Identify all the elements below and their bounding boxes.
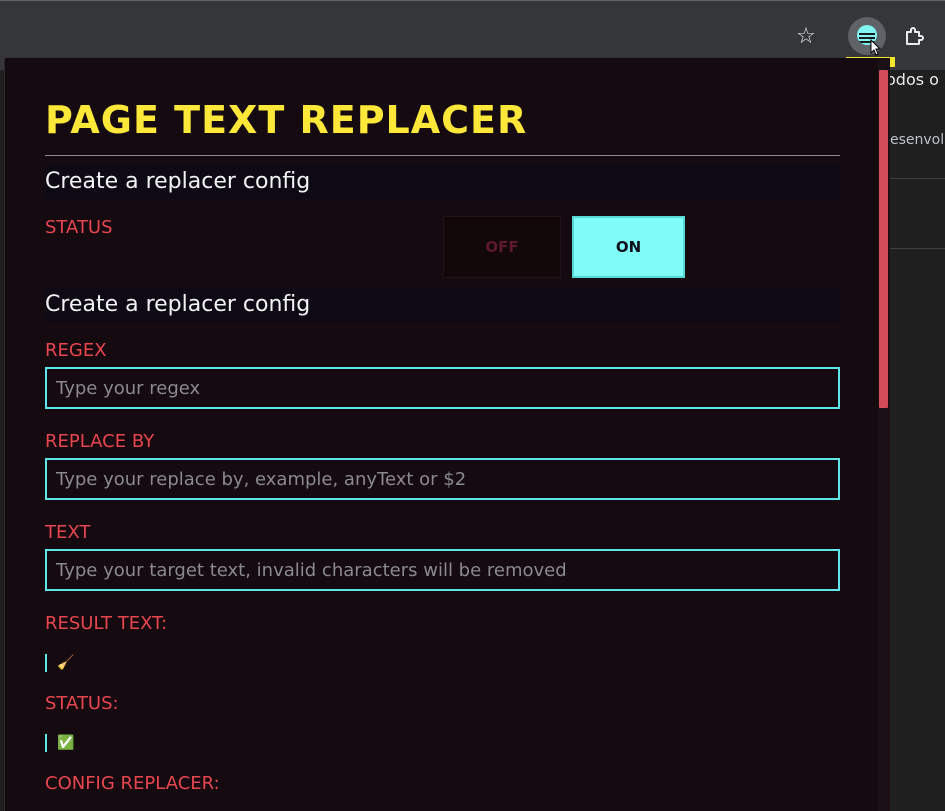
result-text-value: 🧹	[45, 654, 74, 672]
scrollbar[interactable]	[878, 58, 890, 811]
result-text-label: RESULT TEXT:	[45, 613, 168, 634]
extensions-puzzle-icon[interactable]	[896, 19, 932, 55]
text-label: TEXT	[45, 522, 91, 543]
status-label: STATUS	[45, 217, 113, 238]
section-heading: Create a replacer config	[45, 165, 840, 199]
status-result-label: STATUS:	[45, 693, 119, 714]
regex-input[interactable]	[45, 367, 840, 409]
scrollbar-thumb[interactable]	[879, 70, 888, 408]
extension-popup: PAGE TEXT REPLACER Create a replacer con…	[4, 58, 890, 811]
bg-text: odos o	[886, 70, 939, 89]
replace-by-label: REPLACE BY	[45, 431, 155, 452]
mouse-cursor-icon	[870, 39, 882, 56]
title-divider	[45, 155, 840, 156]
bg-text: esenvol	[890, 132, 945, 148]
toggle-off-button[interactable]: OFF	[443, 216, 561, 278]
config-replacer-label: CONFIG REPLACER:	[45, 773, 220, 794]
status-result-value: ✅	[45, 734, 74, 752]
section-heading: Create a replacer config	[45, 288, 840, 322]
target-text-input[interactable]	[45, 549, 840, 591]
regex-label: REGEX	[45, 340, 107, 361]
popup-title: PAGE TEXT REPLACER	[45, 98, 528, 142]
bookmark-star-icon[interactable]: ☆	[790, 21, 822, 53]
toggle-on-button[interactable]: ON	[572, 216, 685, 278]
replace-by-input[interactable]	[45, 458, 840, 500]
